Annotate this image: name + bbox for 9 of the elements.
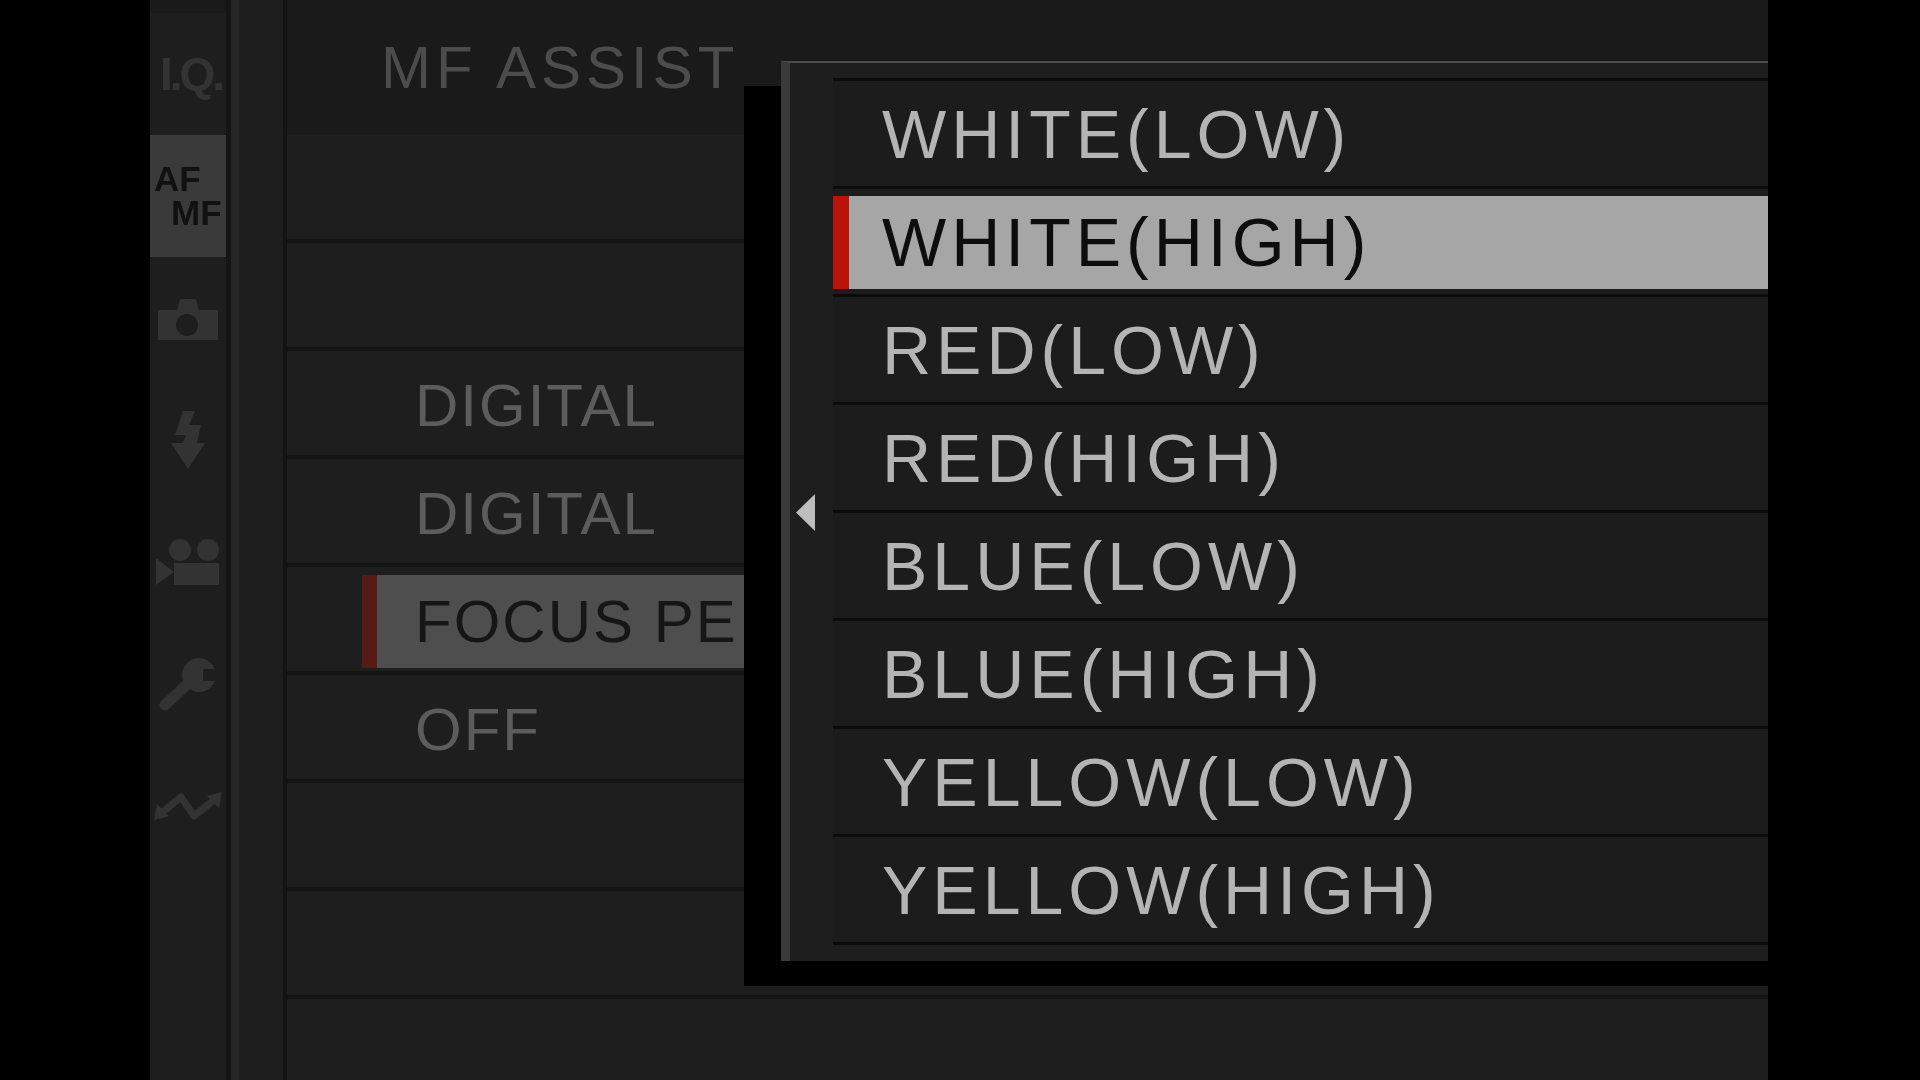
menu-option[interactable]: WHITE(HIGH) bbox=[833, 196, 1768, 289]
menu-option[interactable]: RED(LOW) bbox=[833, 304, 1768, 397]
menu-option[interactable]: BLUE(LOW) bbox=[833, 520, 1768, 613]
menu-option[interactable]: RED(HIGH) bbox=[833, 412, 1768, 505]
menu-option[interactable]: YELLOW(LOW) bbox=[833, 736, 1768, 829]
menu-option[interactable]: YELLOW(HIGH) bbox=[833, 844, 1768, 937]
left-triangle-icon bbox=[796, 493, 815, 531]
menu-option[interactable]: WHITE(LOW) bbox=[833, 88, 1768, 181]
menu-option[interactable]: BLUE(HIGH) bbox=[833, 628, 1768, 721]
